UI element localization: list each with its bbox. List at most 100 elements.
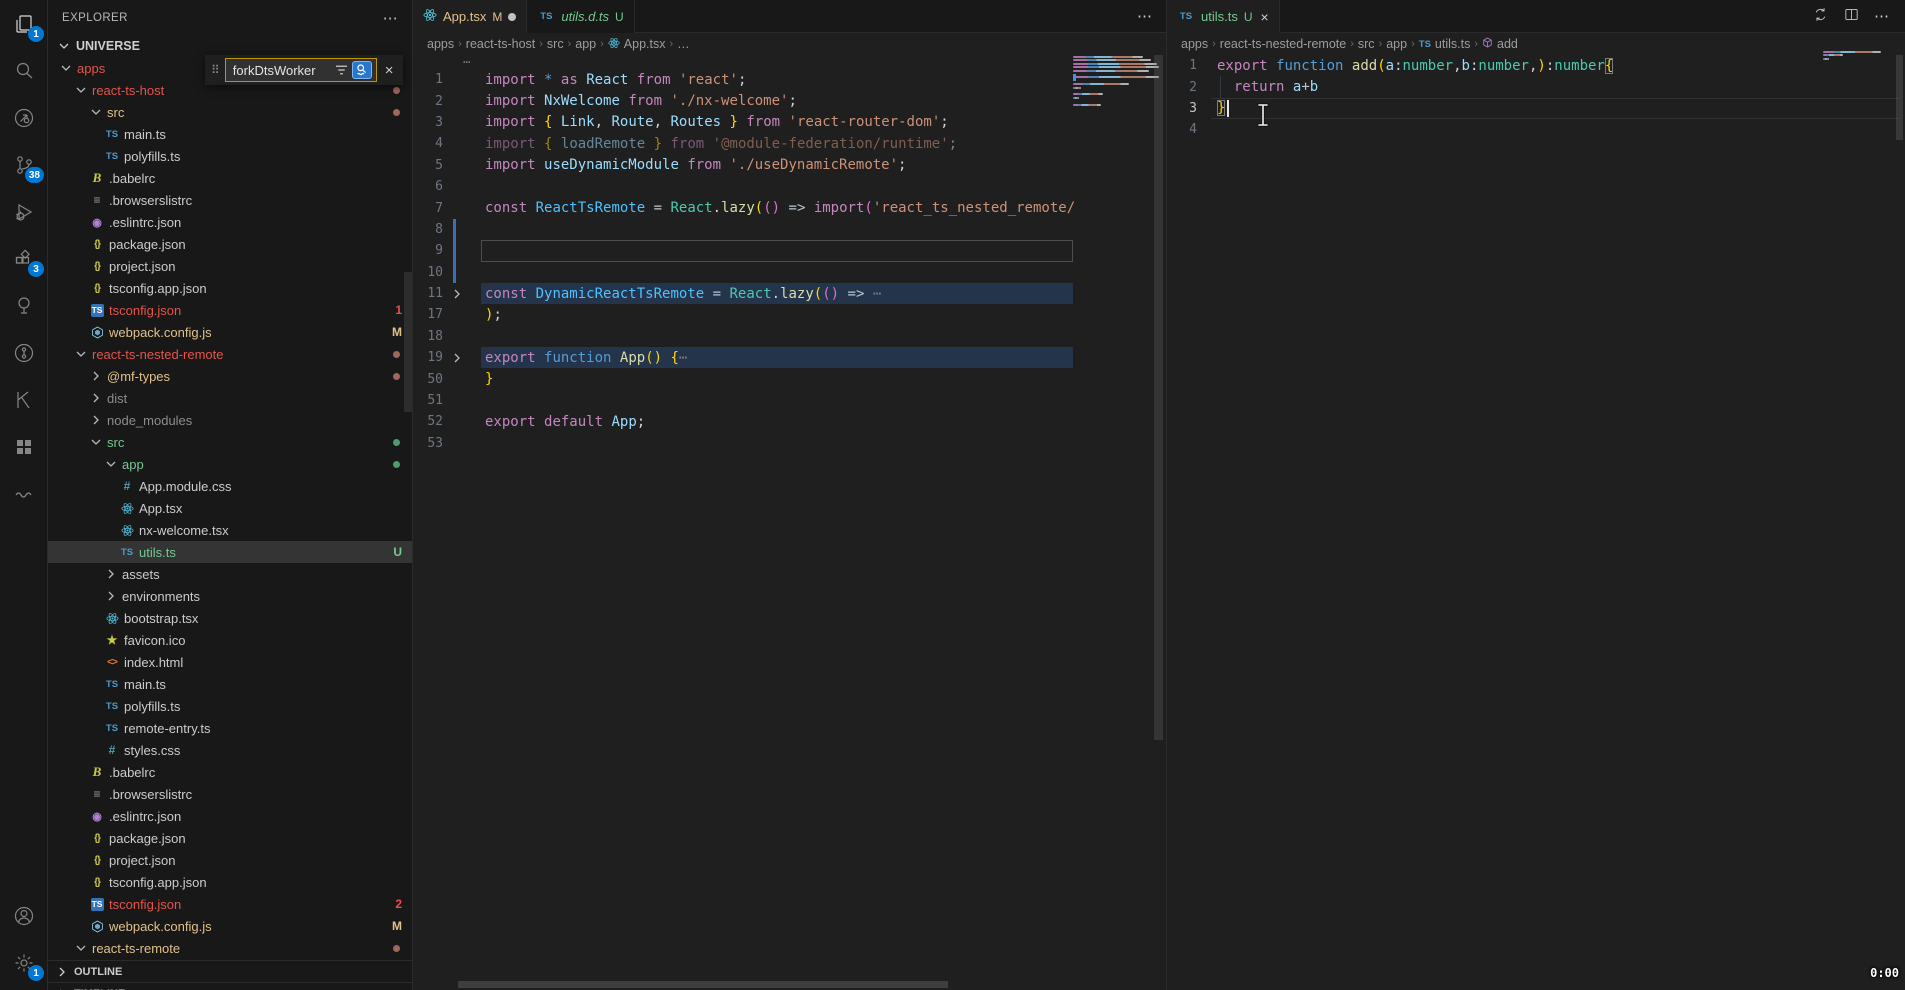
tree-file-webpack.config.js[interactable]: webpack.config.jsM [48,915,412,937]
activity-bar-item-explorer[interactable]: 1 [0,0,48,47]
activity-bar-item-run-debug[interactable] [0,188,48,235]
close-icon[interactable]: × [1261,9,1269,25]
code-line-1[interactable]: 1import * as React from 'react'; [413,69,1166,90]
tree-file-favicon.ico[interactable]: ★favicon.ico [48,629,412,651]
tree-file-polyfills.ts[interactable]: TSpolyfills.ts [48,695,412,717]
more-actions-icon[interactable]: ⋯ [1137,7,1152,26]
tree-file-tsconfig.app.json[interactable]: {}tsconfig.app.json [48,871,412,893]
tree-file-.eslintrc.json[interactable]: ◉.eslintrc.json [48,805,412,827]
tree-file-.babelrc[interactable]: B.babelrc [48,761,412,783]
code-line-8[interactable]: 8 [413,219,1166,240]
code-line-7[interactable]: 7const ReactTsRemote = React.lazy(() => … [413,197,1166,218]
workspace-root-row[interactable]: UNIVERSE [48,35,412,57]
close-icon[interactable]: × [382,62,397,79]
code-line-1[interactable]: 1export function add(a:number,b:number,)… [1167,55,1905,76]
tree-file-index.html[interactable]: <>index.html [48,651,412,673]
activity-bar-item-k-ext[interactable] [0,376,48,423]
editor1-horizontal-scrollbar[interactable] [458,981,948,988]
breadcrumb-item-app[interactable]: app [1386,37,1407,51]
activity-bar-item-remote-explorer[interactable] [0,94,48,141]
breadcrumb-item-…[interactable]: … [677,37,690,51]
code-line-3[interactable]: 3} [1167,98,1905,119]
code-line-17[interactable]: 17); [413,304,1166,325]
code-line-4[interactable]: 4 [1167,119,1905,140]
tree-folder-src[interactable]: src [48,431,412,453]
tree-file-project.json[interactable]: {}project.json [48,849,412,871]
tree-folder-react-ts-remote[interactable]: react-ts-remote [48,937,412,959]
code-line-19[interactable]: 19export function App() {⋯ [413,347,1166,368]
activity-bar-item-extensions[interactable]: 3 [0,235,48,282]
tree-file-.babelrc[interactable]: B.babelrc [48,167,412,189]
tree-file-styles.css[interactable]: #styles.css [48,739,412,761]
fold-chevron-icon[interactable] [449,350,465,370]
tree-file-main.ts[interactable]: TSmain.ts [48,673,412,695]
code-line-50[interactable]: 50} [413,368,1166,389]
tree-file-tsconfig.json[interactable]: TStsconfig.json2 [48,893,412,915]
tree-file-.browserslistrc[interactable]: ≡.browserslistrc [48,783,412,805]
split-icon[interactable] [1843,6,1860,28]
breadcrumb-item-react-ts-host[interactable]: react-ts-host [466,37,535,51]
activity-bar-item-source-control[interactable]: 38 [0,141,48,188]
breadcrumb-item-src[interactable]: src [547,37,564,51]
tree-folder-src[interactable]: src [48,101,412,123]
tree-file-nx-welcome.tsx[interactable]: nx-welcome.tsx [48,519,412,541]
breadcrumb-item-src[interactable]: src [1358,37,1375,51]
editor1-minimap[interactable] [1073,55,1155,175]
code-line-6[interactable]: 6 [413,176,1166,197]
code-line-2[interactable]: 2import NxWelcome from './nx-welcome'; [413,90,1166,111]
tree-file-utils.ts[interactable]: TSutils.tsU [48,541,412,563]
tree-file-tsconfig.app.json[interactable]: {}tsconfig.app.json [48,277,412,299]
activity-bar-item-grid-ext[interactable] [0,423,48,470]
editor1-vertical-scrollbar[interactable] [1154,55,1163,740]
tree-folder-@mf-types[interactable]: @mf-types [48,365,412,387]
tree-folder-react-ts-nested-remote[interactable]: react-ts-nested-remote [48,343,412,365]
code-line-18[interactable]: 18 [413,326,1166,347]
editor2-vertical-scrollbar[interactable] [1896,55,1903,140]
timeline-section-header[interactable]: TIMELINE [48,982,413,990]
filter-icon[interactable] [332,61,352,79]
tree-folder-node_modules[interactable]: node_modules [48,409,412,431]
fuzzy-search-toggle[interactable] [352,61,372,79]
tab-utils.d.ts[interactable]: TSutils.d.tsU [527,0,634,33]
editor1-code[interactable]: ⋯1import * as React from 'react';2import… [413,55,1166,454]
code-line-53[interactable]: 53 [413,433,1166,454]
sync-icon[interactable] [1812,6,1829,28]
code-line-3[interactable]: 3import { Link, Route, Routes } from 're… [413,112,1166,133]
drag-grip-icon[interactable]: ⠿ [211,63,220,77]
tree-file-.browserslistrc[interactable]: ≡.browserslistrc [48,189,412,211]
activity-bar-item-testing[interactable] [0,282,48,329]
tree-filter-input[interactable]: forkDtsWorker [225,58,377,82]
editor2-code[interactable]: 1export function add(a:number,b:number,)… [1167,55,1905,141]
code-line-52[interactable]: 52export default App; [413,411,1166,432]
breadcrumb-item-App.tsx[interactable]: App.tsx [608,37,666,52]
fold-chevron-icon[interactable] [449,286,465,306]
explorer-more-actions-icon[interactable]: ⋯ [383,9,398,27]
tree-folder-dist[interactable]: dist [48,387,412,409]
breadcrumb-item-utils.ts[interactable]: TSutils.ts [1419,37,1471,51]
tree-file-bootstrap.tsx[interactable]: bootstrap.tsx [48,607,412,629]
breadcrumb-item-apps[interactable]: apps [427,37,454,51]
breadcrumb-item-react-ts-nested-remote[interactable]: react-ts-nested-remote [1220,37,1346,51]
activity-bar-item-settings[interactable]: 1 [0,939,48,986]
code-line-11[interactable]: 11const DynamicReactTsRemote = React.laz… [413,283,1166,304]
breadcrumb-item-app[interactable]: app [575,37,596,51]
tab-App.tsx[interactable]: App.tsxM [413,0,527,33]
tree-file-package.json[interactable]: {}package.json [48,827,412,849]
tree-folder-app[interactable]: app [48,453,412,475]
more-actions-icon[interactable]: ⋯ [1874,7,1889,26]
breadcrumb-item-apps[interactable]: apps [1181,37,1208,51]
dirty-indicator-icon[interactable] [508,13,516,21]
tree-file-project.json[interactable]: {}project.json [48,255,412,277]
tree-folder-environments[interactable]: environments [48,585,412,607]
tab-utils.ts[interactable]: TSutils.tsU× [1167,0,1280,33]
tree-file-webpack.config.js[interactable]: webpack.config.jsM [48,321,412,343]
tree-file-App.tsx[interactable]: App.tsx [48,497,412,519]
tree-file-polyfills.ts[interactable]: TSpolyfills.ts [48,145,412,167]
code-line-4[interactable]: 4import { loadRemote } from '@module-fed… [413,133,1166,154]
tree-file-tsconfig.json[interactable]: TStsconfig.json1 [48,299,412,321]
code-line-9[interactable]: 9 [413,240,1166,261]
tree-file-remote-entry.ts[interactable]: TSremote-entry.ts [48,717,412,739]
breadcrumb-item-add[interactable]: add [1482,37,1518,51]
sidebar-scrollbar[interactable] [404,272,412,412]
tree-file-main.ts[interactable]: TSmain.ts [48,123,412,145]
